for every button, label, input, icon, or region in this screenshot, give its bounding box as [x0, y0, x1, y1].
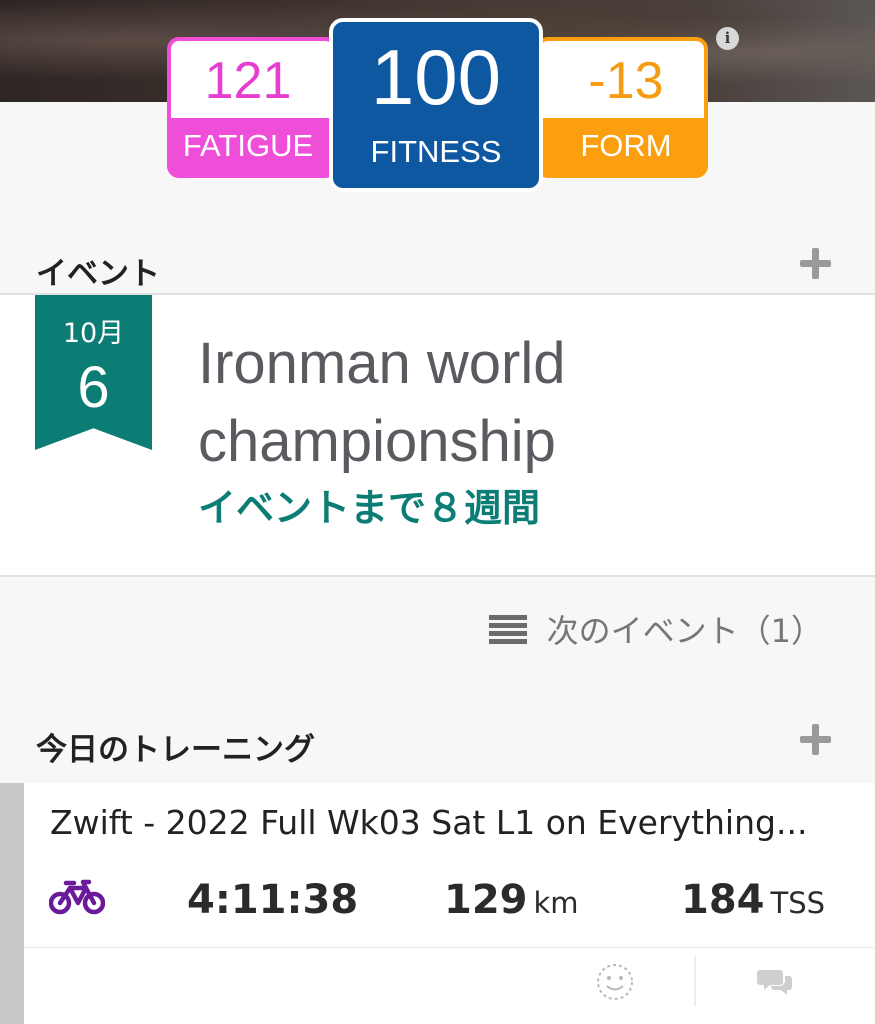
- events-section-header: イベント: [0, 234, 875, 294]
- workout-tss: 184 TSS: [681, 877, 825, 923]
- workout-distance-unit: km: [533, 886, 579, 920]
- next-events-label: 次のイベント（1）: [546, 612, 823, 650]
- fitness-label: FITNESS: [370, 134, 502, 169]
- workout-status-bar: [0, 783, 24, 1024]
- info-icon[interactable]: i: [716, 27, 739, 50]
- event-card[interactable]: 10月 6 Ironman world championship イベントまで８…: [0, 293, 875, 577]
- training-section-title: 今日のトレーニング: [36, 732, 315, 768]
- event-countdown: イベントまで８週間: [198, 486, 541, 530]
- comments-icon[interactable]: [756, 966, 794, 998]
- workout-distance-value: 129: [444, 877, 528, 923]
- workout-duration: 4:11:38: [187, 877, 358, 923]
- workout-tss-value: 184: [681, 877, 765, 923]
- events-section-title: イベント: [36, 256, 160, 292]
- workout-card-divider-vertical: [694, 956, 696, 1006]
- workout-duration-value: 4:11:38: [187, 877, 359, 923]
- fatigue-tile[interactable]: 121 FATIGUE: [167, 37, 337, 178]
- fitness-value: 100: [370, 33, 502, 121]
- next-events-link[interactable]: 次のイベント（1）: [488, 606, 823, 652]
- event-month: 10月: [62, 318, 125, 349]
- fatigue-value: 121: [171, 41, 333, 118]
- bike-icon: [49, 879, 105, 915]
- event-day: 6: [77, 355, 110, 420]
- workout-card[interactable]: Zwift - 2022 Full Wk03 Sat L1 on Everyth…: [0, 783, 875, 1024]
- add-workout-plus-icon[interactable]: [800, 724, 831, 755]
- training-section-header: 今日のトレーニング: [0, 710, 875, 770]
- event-name: Ironman world championship: [198, 331, 566, 474]
- workout-title: Zwift - 2022 Full Wk03 Sat L1 on Everyth…: [50, 803, 808, 842]
- form-value: -13: [540, 41, 704, 118]
- form-tile[interactable]: -13 FORM: [536, 37, 708, 178]
- event-date-ribbon: 10月 6: [35, 295, 152, 450]
- fitness-tile[interactable]: 100 FITNESS: [329, 18, 543, 192]
- form-label: FORM: [580, 128, 672, 163]
- workout-card-divider: [24, 947, 875, 948]
- fatigue-label: FATIGUE: [182, 128, 314, 163]
- workout-tss-unit: TSS: [770, 886, 826, 920]
- workout-distance: 129 km: [444, 877, 579, 923]
- smiley-icon[interactable]: [596, 963, 634, 1001]
- add-event-plus-icon[interactable]: [800, 248, 831, 279]
- list-icon: [488, 614, 527, 644]
